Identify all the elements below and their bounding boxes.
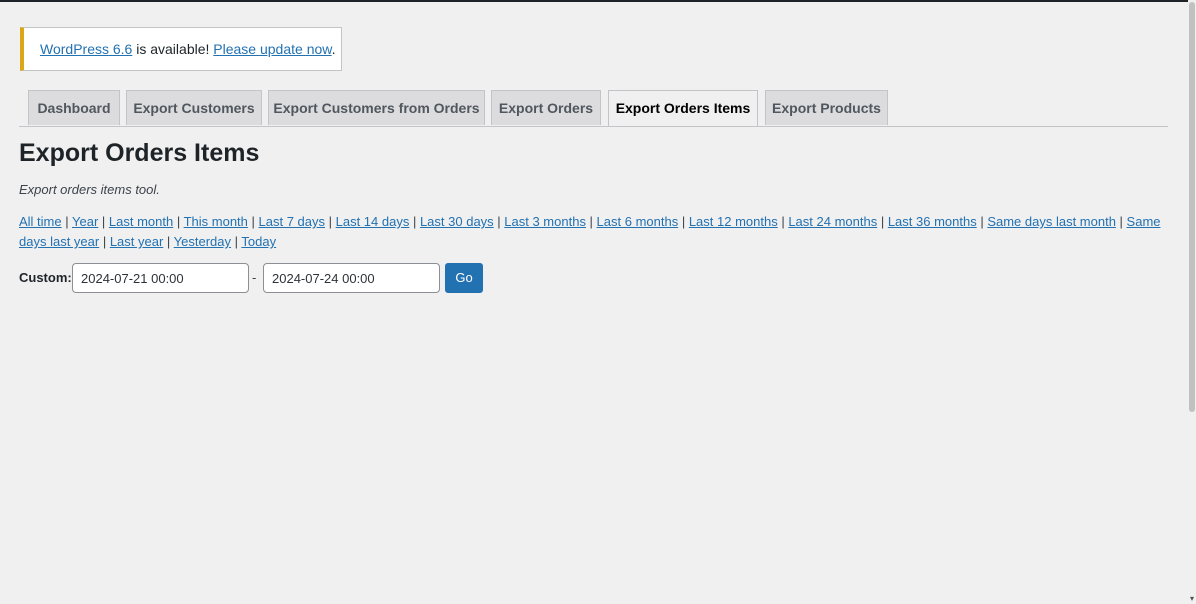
range-separator: | (493, 214, 505, 229)
range-link[interactable]: Last 36 months (888, 214, 977, 229)
range-separator: | (1115, 214, 1127, 229)
range-link[interactable]: Last 12 months (689, 214, 778, 229)
nav-tabs: Dashboard Export Customers Export Custom… (19, 90, 1168, 127)
range-link[interactable]: Today (241, 234, 276, 249)
range-link[interactable]: Same days last month (987, 214, 1116, 229)
tab-dashboard[interactable]: Dashboard (28, 90, 120, 125)
range-link[interactable]: This month (184, 214, 248, 229)
tab-export-products[interactable]: Export Products (765, 90, 888, 125)
end-date-input[interactable] (263, 263, 440, 293)
notice-text: is available! (132, 41, 214, 57)
range-separator: | (777, 214, 789, 229)
tab-export-orders-items[interactable]: Export Orders Items (608, 90, 758, 126)
go-button[interactable]: Go (445, 263, 483, 293)
range-separator: | (173, 214, 184, 229)
range-dash: - (252, 270, 257, 285)
range-separator: | (231, 234, 242, 249)
custom-label: Custom: (19, 270, 72, 285)
scroll-down-arrow-icon[interactable]: ▾ (1189, 595, 1195, 603)
wordpress-version-link[interactable]: WordPress 6.6 (40, 41, 132, 57)
range-link[interactable]: Last 3 months (504, 214, 586, 229)
range-link[interactable]: Yesterday (174, 234, 231, 249)
admin-top-bar (0, 0, 1188, 2)
range-separator: | (976, 214, 988, 229)
range-separator: | (409, 214, 420, 229)
range-link[interactable]: Last 6 months (597, 214, 679, 229)
start-date-input[interactable] (72, 263, 249, 293)
range-link[interactable]: All time (19, 214, 62, 229)
range-link[interactable]: Last 14 days (336, 214, 410, 229)
range-separator: | (163, 234, 174, 249)
update-notice: WordPress 6.6 is available! Please updat… (20, 27, 342, 71)
page-title: Export Orders Items (19, 139, 260, 167)
range-separator: | (247, 214, 259, 229)
range-separator: | (98, 214, 109, 229)
range-link[interactable]: Last year (110, 234, 163, 249)
range-link[interactable]: Year (72, 214, 98, 229)
range-separator: | (61, 214, 72, 229)
tab-export-customers[interactable]: Export Customers (126, 90, 262, 125)
range-separator: | (877, 214, 888, 229)
page-description: Export orders items tool. (19, 182, 160, 197)
range-separator: | (325, 214, 336, 229)
notice-end-text: . (331, 41, 336, 57)
range-separator: | (678, 214, 689, 229)
scrollbar[interactable]: ▾ (1188, 0, 1196, 604)
range-separator: | (99, 234, 110, 249)
range-link[interactable]: Last month (109, 214, 173, 229)
date-range-links: All time | Year | Last month | This mont… (19, 212, 1187, 252)
update-now-link[interactable]: Please update now (213, 41, 331, 57)
range-link[interactable]: Last 24 months (788, 214, 877, 229)
range-separator: | (585, 214, 597, 229)
scrollbar-thumb[interactable] (1189, 2, 1195, 412)
tab-export-customers-from-orders[interactable]: Export Customers from Orders (268, 90, 485, 125)
range-link[interactable]: Last 7 days (259, 214, 326, 229)
tab-export-orders[interactable]: Export Orders (491, 90, 601, 125)
range-link[interactable]: Last 30 days (420, 214, 494, 229)
